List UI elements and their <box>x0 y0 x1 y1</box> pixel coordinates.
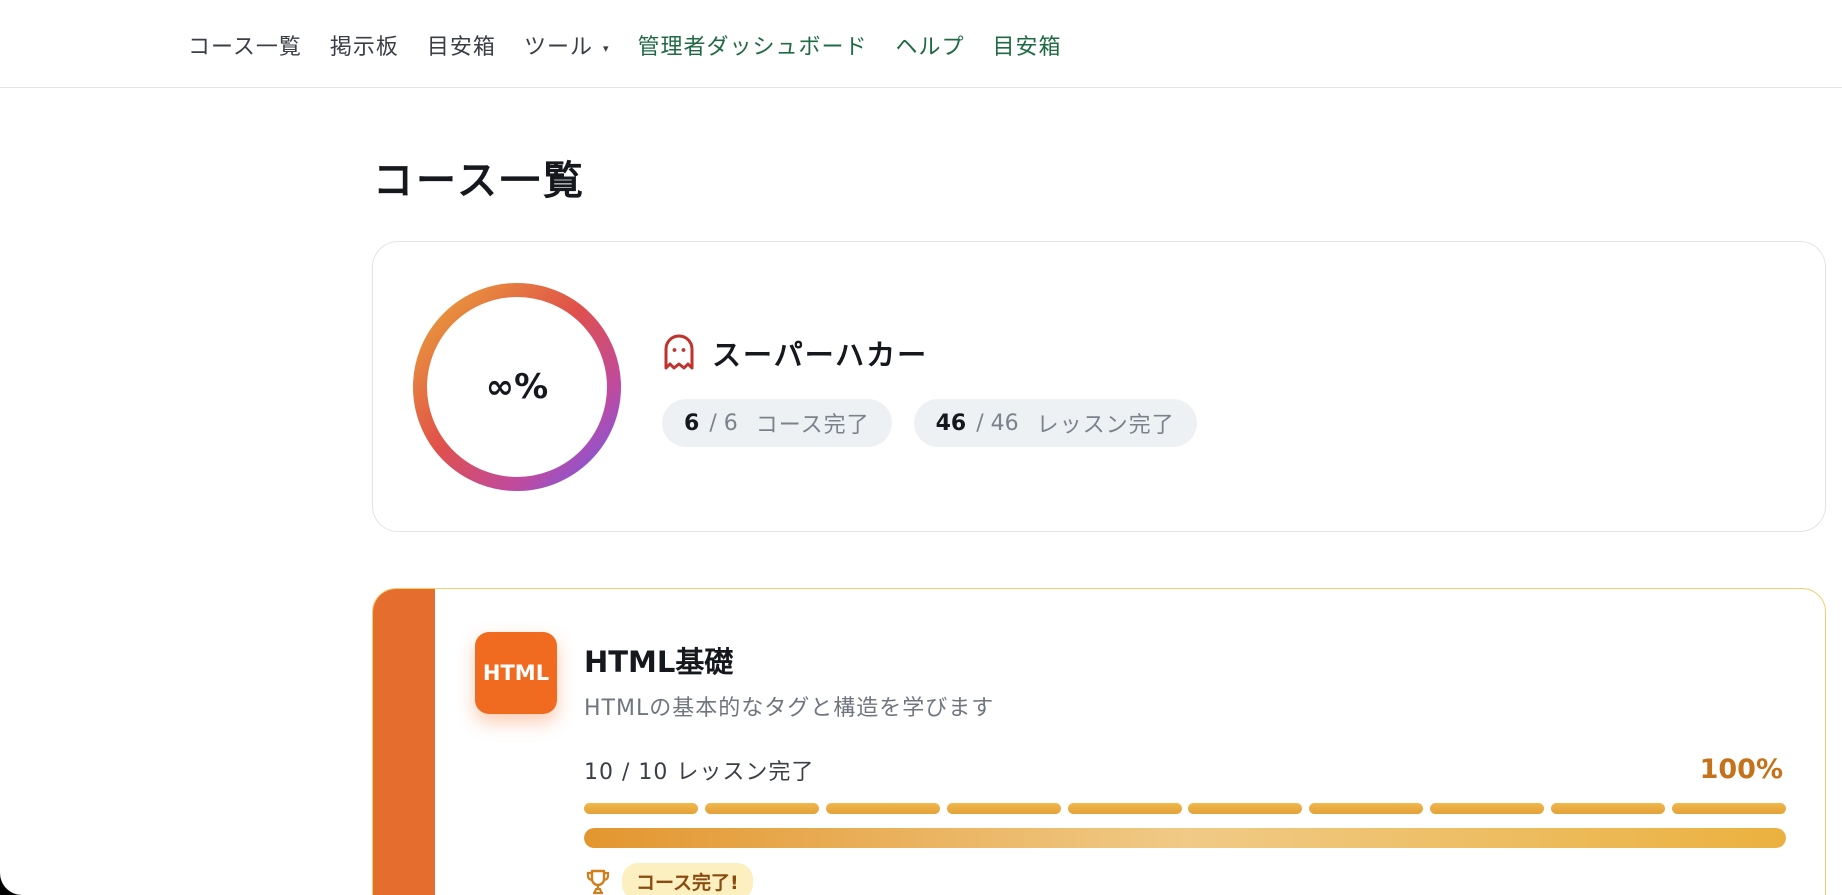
nav-item-suggestion-box[interactable]: 目安箱 <box>427 29 496 61</box>
courses-completed-pill: 6 / 6 コース完了 <box>662 399 892 447</box>
nav-item-tools[interactable]: ツール ▾ <box>524 29 610 61</box>
overall-progress-ring: ∞% <box>413 283 621 491</box>
lesson-segment <box>1671 803 1786 814</box>
lesson-segment <box>1551 803 1665 814</box>
lessons-completed-label: レッスン完了 <box>1036 413 1175 438</box>
courses-total: / 6 <box>709 410 738 436</box>
lessons-completed-pill: 46 / 46 レッスン完了 <box>913 399 1197 447</box>
lessons-total: / 46 <box>976 410 1019 436</box>
page-root: コース一覧 掲示板 目安箱 ツール ▾ 管理者ダッシュボード ヘルプ 目安箱 コー… <box>0 0 1842 895</box>
course-completed-row: コース完了! <box>584 863 753 895</box>
nav-item-help[interactable]: ヘルプ <box>896 29 965 61</box>
courses-completed-count: 6 <box>684 410 700 436</box>
course-progress-bar <box>584 828 1786 848</box>
lesson-segment <box>1309 803 1424 814</box>
course-percent: 100% <box>1699 754 1783 785</box>
lesson-segment <box>946 803 1061 814</box>
course-badge-html: HTML <box>475 632 557 714</box>
rank-title: スーパーハカー <box>712 338 929 372</box>
course-color-stripe <box>373 589 435 895</box>
lesson-segment <box>704 803 819 814</box>
nav-item-board[interactable]: 掲示板 <box>330 29 399 61</box>
nav-item-admin-dashboard[interactable]: 管理者ダッシュボード <box>637 29 867 61</box>
stat-pills: 6 / 6 コース完了 46 / 46 レッスン完了 <box>662 399 1219 447</box>
nav-menu: コース一覧 掲示板 目安箱 ツール ▾ 管理者ダッシュボード ヘルプ 目安箱 <box>188 26 1090 64</box>
course-progress-fill <box>584 828 1786 848</box>
chevron-down-icon: ▾ <box>602 41 610 55</box>
nav-item-tools-label: ツール <box>523 35 593 60</box>
ghost-icon <box>664 334 694 370</box>
course-lesson-count: 10 / 10 レッスン完了 <box>584 760 815 785</box>
lesson-segment <box>825 803 940 814</box>
trophy-icon <box>586 869 610 894</box>
course-description: HTMLの基本的なタグと構造を学びます <box>584 696 995 721</box>
lessons-completed-count: 46 <box>935 410 967 436</box>
lesson-segment <box>1067 803 1182 814</box>
top-navbar: コース一覧 掲示板 目安箱 ツール ▾ 管理者ダッシュボード ヘルプ 目安箱 <box>0 0 1842 88</box>
course-title[interactable]: HTML基礎 <box>584 639 733 681</box>
lesson-segment <box>1430 803 1545 814</box>
progress-ring-label: ∞% <box>485 367 549 407</box>
courses-completed-label: コース完了 <box>755 413 870 438</box>
course-complete-badge: コース完了! <box>622 863 753 895</box>
course-card-html[interactable]: HTML HTML基礎 HTMLの基本的なタグと構造を学びます 10 / 10 … <box>372 588 1826 895</box>
nav-item-courses[interactable]: コース一覧 <box>188 29 302 61</box>
page-title: コース一覧 <box>373 158 586 204</box>
nav-item-suggestion-box-2[interactable]: 目安箱 <box>993 29 1062 61</box>
rank-title-row: スーパーハカー <box>662 332 928 374</box>
lesson-segments <box>584 803 1786 814</box>
lesson-segment <box>1188 803 1303 814</box>
lesson-segment <box>584 803 698 814</box>
progress-summary-card: ∞% スーパーハカー 6 / 6 コース完了 46 / 46 レッスン完了 <box>372 241 1826 532</box>
